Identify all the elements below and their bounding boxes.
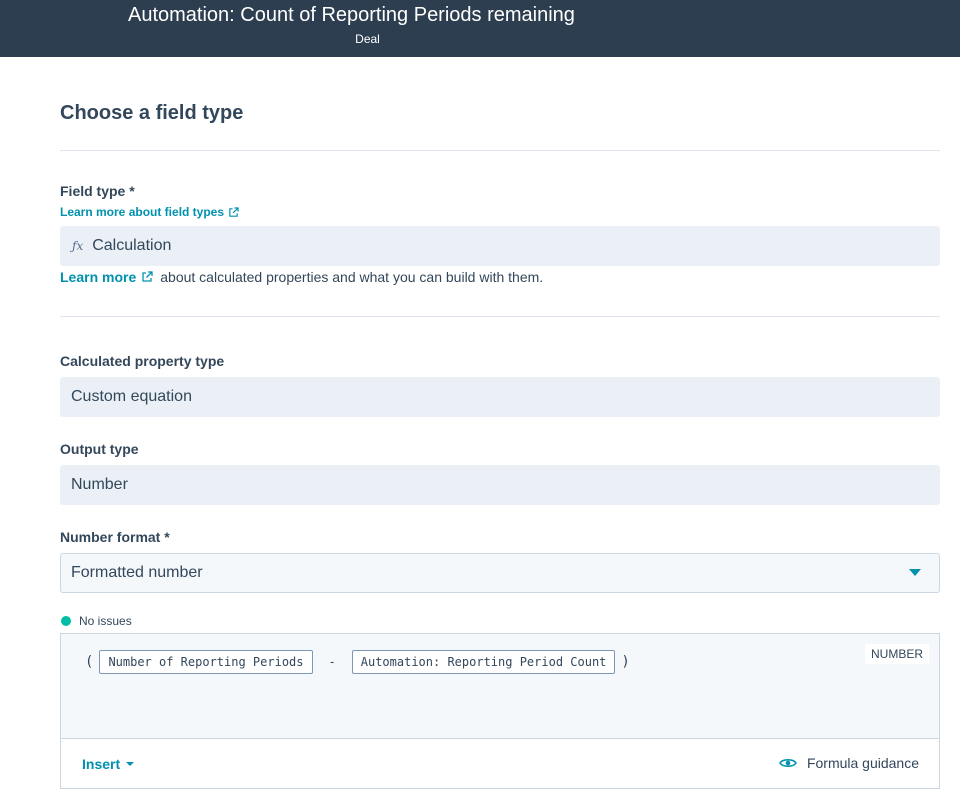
output-type-input: Number <box>60 465 940 505</box>
page-header: Automation: Count of Reporting Periods r… <box>0 0 960 57</box>
learn-more-description: about calculated properties and what you… <box>160 269 544 285</box>
calculated-type-label: Calculated property type <box>60 353 225 369</box>
learn-field-types-label: Learn more about field types <box>60 205 225 219</box>
formula-token-property[interactable]: Number of Reporting Periods <box>99 650 313 674</box>
field-type-label: Field type * <box>60 183 135 199</box>
caret-down-icon <box>126 762 135 766</box>
learn-more-row: Learn more about calculated properties a… <box>60 269 543 285</box>
formula-close-paren: ) <box>621 654 630 670</box>
validation-status-text: No issues <box>79 614 132 628</box>
calculated-type-input: Custom equation <box>60 377 940 417</box>
formula-guidance-label: Formula guidance <box>806 755 919 771</box>
formula-editor[interactable]: ( Number of Reporting Periods - Automati… <box>60 633 940 739</box>
external-link-icon <box>142 271 153 282</box>
status-dot-icon <box>61 616 71 626</box>
formula-operator: - <box>328 655 336 669</box>
eye-icon <box>779 759 797 767</box>
number-format-label: Number format * <box>60 529 170 545</box>
object-type-label: Deal <box>355 32 380 46</box>
field-type-input: ƒx Calculation <box>60 226 940 266</box>
formula-open-paren: ( <box>85 654 94 670</box>
formula-editor-footer: Insert Formula guidance <box>60 738 940 789</box>
learn-field-types-link[interactable]: Learn more about field types <box>60 205 239 219</box>
calculated-type-value: Custom equation <box>71 388 192 405</box>
fx-icon: ƒx <box>72 239 84 253</box>
number-format-value: Formatted number <box>71 564 203 581</box>
insert-button-label: Insert <box>82 756 121 772</box>
divider <box>60 316 940 317</box>
validation-status: No issues <box>61 614 132 628</box>
output-type-value: Number <box>71 476 128 493</box>
page-title: Automation: Count of Reporting Periods r… <box>128 4 575 26</box>
number-format-select[interactable]: Formatted number <box>60 553 940 593</box>
insert-button[interactable]: Insert <box>82 756 135 772</box>
caret-down-icon <box>909 569 921 576</box>
output-type-label: Output type <box>60 441 139 457</box>
formula-token-property[interactable]: Automation: Reporting Period Count <box>351 650 616 674</box>
section-title: Choose a field type <box>60 102 244 124</box>
output-type-badge: NUMBER <box>864 644 929 664</box>
formula-guidance-button[interactable]: Formula guidance <box>779 755 919 771</box>
learn-more-link[interactable]: Learn more <box>60 269 136 285</box>
divider <box>60 150 940 151</box>
external-link-icon <box>229 206 239 217</box>
field-type-value: Calculation <box>92 237 172 254</box>
formula-expression: ( Number of Reporting Periods - Automati… <box>83 650 632 674</box>
